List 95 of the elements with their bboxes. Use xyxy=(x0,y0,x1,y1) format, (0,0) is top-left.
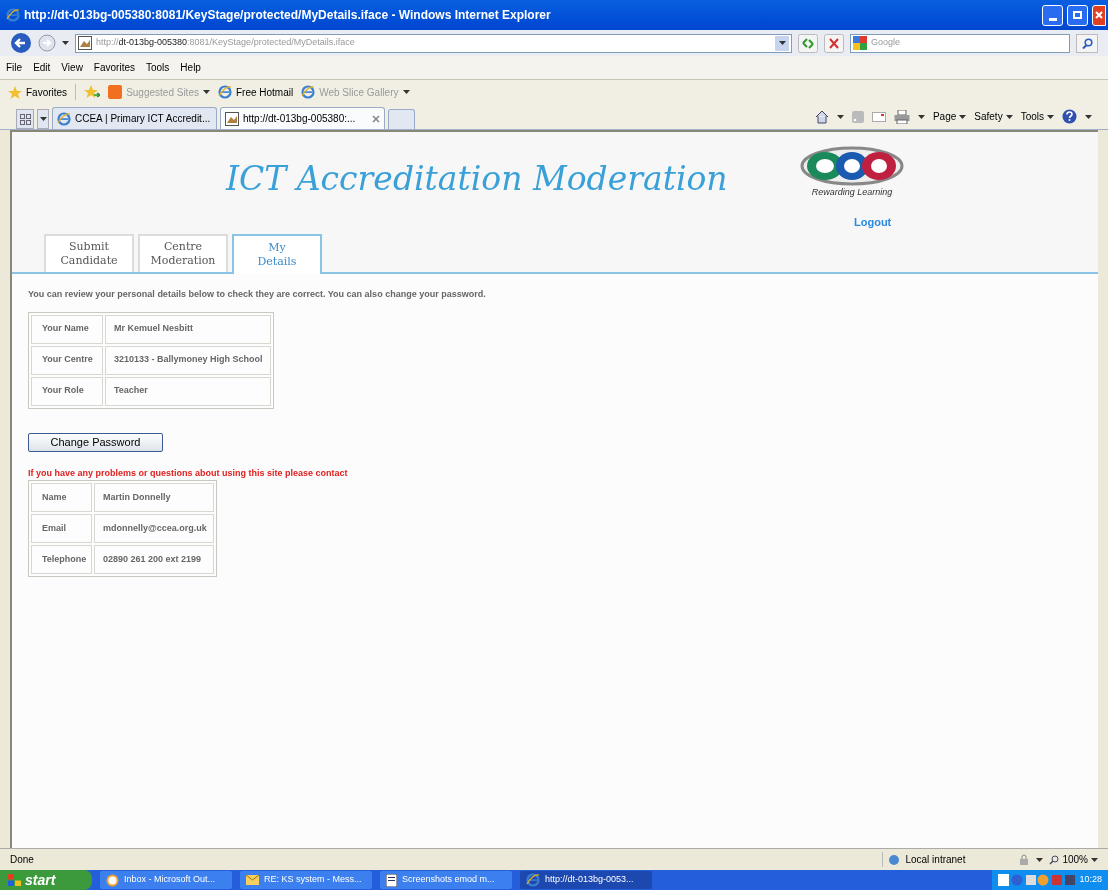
close-button[interactable] xyxy=(1092,4,1106,26)
dropdown-caret-icon[interactable] xyxy=(775,35,789,51)
label-cell: Your Role xyxy=(31,376,103,406)
status-text: Done xyxy=(10,853,35,867)
quick-tabs-icon[interactable] xyxy=(16,109,34,129)
printer-icon[interactable] xyxy=(893,109,910,124)
add-favorite-icon[interactable] xyxy=(84,85,101,99)
caret-icon xyxy=(917,114,925,119)
page-thumbnail-icon xyxy=(78,36,92,50)
browser-e-icon xyxy=(57,111,71,126)
search-provider-icon xyxy=(853,36,867,50)
grid-icon xyxy=(19,113,31,125)
label-cell: Telephone xyxy=(31,545,92,574)
minimize-button[interactable] xyxy=(1042,4,1063,26)
restore-button[interactable] xyxy=(1067,4,1088,26)
close-tab-icon[interactable] xyxy=(372,114,380,123)
command-menu[interactable]: Page xyxy=(932,109,967,124)
value-cell: mdonnelly@ccea.org.uk xyxy=(94,514,214,543)
back-icon[interactable] xyxy=(10,32,32,54)
window-title: http://dt-013bg-005380:8081/KeyStage/protected/MyDetails.iface - Windows Internet Explorer xyxy=(24,7,552,24)
value-cell: 02890 261 200 ext 2199 xyxy=(94,545,214,574)
menu-item[interactable]: View xyxy=(61,60,83,75)
caret-icon xyxy=(1047,114,1054,119)
windows-flag-icon xyxy=(8,874,21,886)
favorites-link[interactable]: Free Hotmail xyxy=(217,84,294,100)
label-cell: Your Name xyxy=(31,314,103,344)
caret-icon xyxy=(1085,114,1092,119)
browser-e-icon xyxy=(301,85,316,99)
browser-e-icon xyxy=(217,85,232,99)
tab-label: CCEA | Primary ICT Accredit... xyxy=(75,112,212,126)
caret-icon xyxy=(202,90,210,94)
tab-list-icon[interactable] xyxy=(37,109,49,129)
caret-icon xyxy=(836,114,844,119)
label-cell: Name xyxy=(31,483,92,512)
mail-icon[interactable] xyxy=(871,111,886,122)
command-menu[interactable]: Safety xyxy=(974,109,1013,124)
forward-icon[interactable] xyxy=(38,34,56,52)
magnifier-icon xyxy=(1049,854,1060,865)
help-icon[interactable] xyxy=(1062,109,1077,124)
start-button[interactable]: start xyxy=(0,870,92,890)
caret-icon xyxy=(402,90,410,94)
star-icon xyxy=(8,85,22,99)
taskbar-task[interactable]: http://dt-013bg-0053... xyxy=(520,871,652,889)
security-zone: Local intranet xyxy=(882,852,1013,867)
browser-tab[interactable]: http://dt-013bg-005380:... xyxy=(220,107,385,129)
home-icon[interactable] xyxy=(814,109,829,124)
tab-label: http://dt-013bg-005380:... xyxy=(243,112,357,126)
caret-icon xyxy=(1036,857,1044,862)
taskbar-task[interactable]: Screenshots emod m... xyxy=(380,871,512,889)
document-icon xyxy=(386,873,397,887)
value-cell: Teacher xyxy=(105,376,271,406)
site-title: ICT Accreditation Moderation xyxy=(224,158,728,200)
menu-item[interactable]: Edit xyxy=(33,60,51,75)
search-input[interactable]: Google xyxy=(871,36,1067,50)
refresh-icon[interactable] xyxy=(798,33,818,53)
search-field[interactable]: Google xyxy=(850,33,1070,53)
caret-icon xyxy=(1091,857,1098,862)
menu-item[interactable]: Help xyxy=(180,60,201,75)
label-cell: Your Centre xyxy=(31,345,103,375)
search-button[interactable] xyxy=(1076,33,1098,53)
command-menu[interactable]: Tools xyxy=(1020,109,1054,124)
nav-tab[interactable]: Centre Moderation xyxy=(138,234,228,272)
search-icon xyxy=(1081,37,1093,49)
contact-note: If you have any problems or questions about using this site please contact xyxy=(28,466,348,480)
menu-item[interactable]: Favorites xyxy=(93,60,135,75)
favorites-button[interactable]: Favorites xyxy=(8,84,68,100)
browser-tab[interactable]: CCEA | Primary ICT Accredit... xyxy=(52,107,217,129)
value-cell: Mr Kemuel Nesbitt xyxy=(105,314,271,344)
zoom-level[interactable]: 100% xyxy=(1049,852,1098,867)
change-password-button[interactable]: Change Password xyxy=(28,432,163,452)
menu-item[interactable]: File xyxy=(6,60,23,75)
nav-tab[interactable]: My Details xyxy=(232,234,322,274)
caret-icon xyxy=(1005,114,1013,119)
logo-tagline: Rewarding Learning xyxy=(811,186,893,199)
label-cell: Email xyxy=(31,514,92,543)
menu-item[interactable]: Tools xyxy=(146,60,170,75)
nav-tab[interactable]: Submit Candidate xyxy=(44,234,134,272)
close-icon xyxy=(1095,11,1103,19)
caret-icon xyxy=(778,41,786,45)
caret-icon xyxy=(959,114,967,119)
page-thumbnail-icon xyxy=(225,111,239,126)
value-cell: Martin Donnelly xyxy=(94,483,214,512)
browser-e-icon xyxy=(526,873,540,887)
taskbar-task[interactable]: Inbox - Microsoft Out... xyxy=(100,871,232,889)
intro-text: You can review your personal details below to check they are correct. You can also change your password. xyxy=(28,288,486,301)
address-url: http://dt-013bg-005380:8081/KeyStage/protected/MyDetails.iface xyxy=(96,36,355,50)
browser-e-icon xyxy=(6,8,20,22)
clock: 10:28 xyxy=(1079,873,1102,887)
caret-icon xyxy=(62,41,69,45)
taskbar-task[interactable]: RE: KS system - Mess... xyxy=(240,871,372,889)
stop-icon[interactable] xyxy=(824,33,844,53)
address-field[interactable]: http://dt-013bg-005380:8081/KeyStage/protected/MyDetails.iface xyxy=(75,33,792,53)
envelope-icon xyxy=(246,875,259,885)
value-cell: 3210133 - Ballymoney High School xyxy=(105,345,271,375)
caret-icon xyxy=(39,117,47,121)
